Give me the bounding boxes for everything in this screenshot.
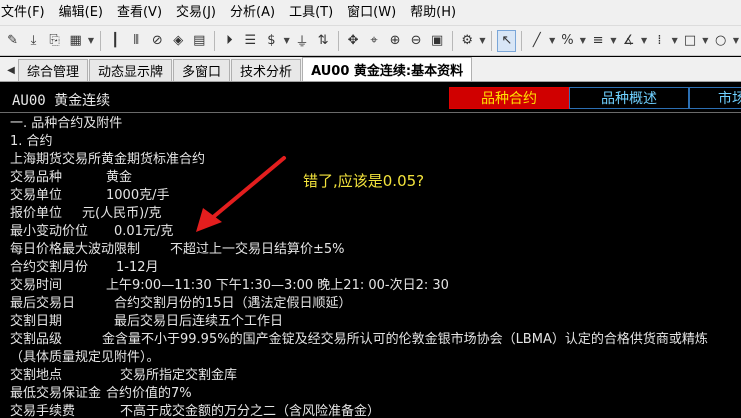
- annotation-note: 错了,应该是0.05?: [303, 172, 425, 190]
- annotation-arrow: [196, 156, 286, 232]
